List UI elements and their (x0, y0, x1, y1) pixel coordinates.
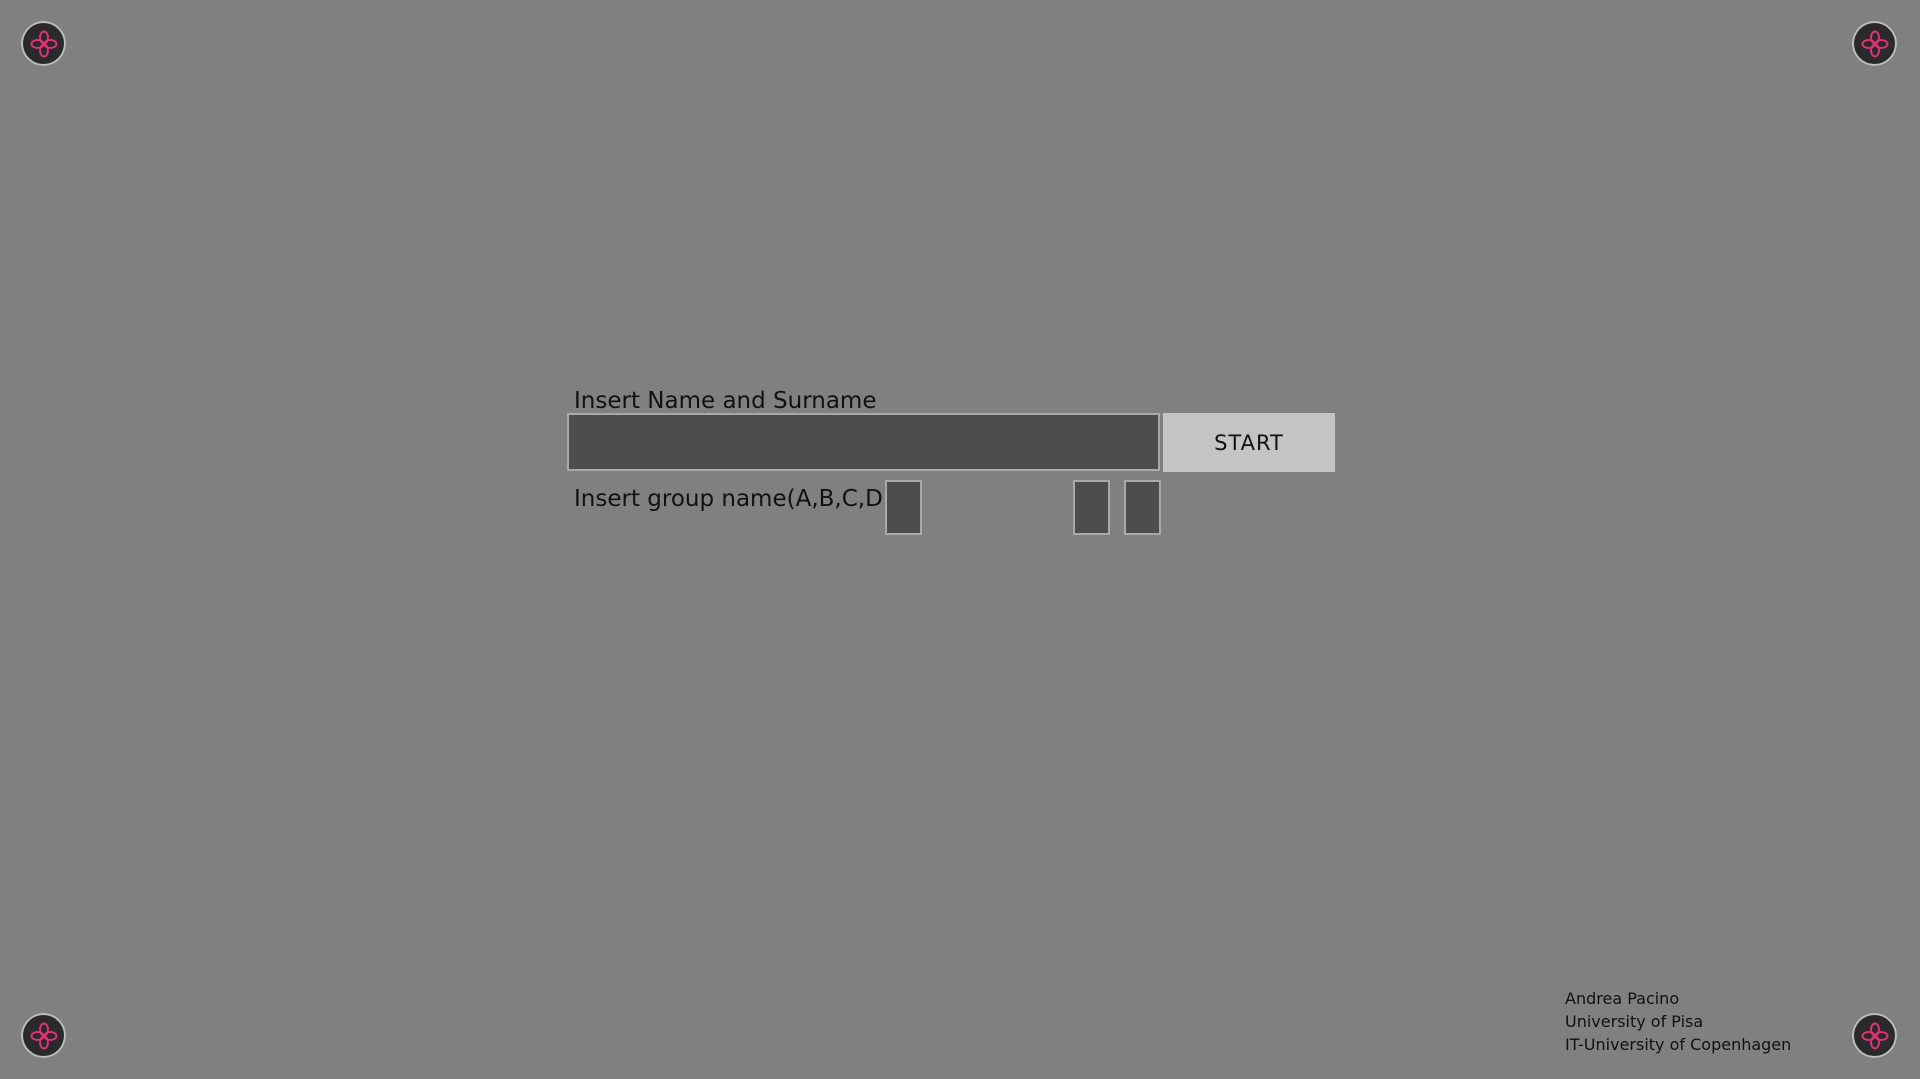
quatrefoil-icon (1861, 1022, 1888, 1049)
quatrefoil-icon (30, 1022, 57, 1049)
quatrefoil-icon (1861, 30, 1888, 57)
name-label: Insert Name and Surname (574, 388, 877, 414)
credits: Andrea Pacino University of Pisa IT-Univ… (1565, 987, 1791, 1056)
corner-marker-bottom-left (21, 1013, 66, 1058)
name-input[interactable] (567, 413, 1160, 471)
group-label: Insert group name(A,B,C,D) (574, 486, 892, 512)
group-input-1[interactable] (885, 480, 922, 535)
corner-marker-top-left (21, 21, 66, 66)
group-input-2[interactable] (1073, 480, 1110, 535)
credit-university-1: University of Pisa (1565, 1012, 1704, 1031)
corner-marker-top-right (1852, 21, 1897, 66)
quatrefoil-icon (30, 30, 57, 57)
corner-marker-bottom-right (1852, 1013, 1897, 1058)
app-screen: Insert Name and Surname START Insert gro… (0, 0, 1920, 1079)
login-form: Insert Name and Surname START Insert gro… (567, 388, 1337, 538)
start-button[interactable]: START (1163, 413, 1335, 472)
credit-university-2: IT-University of Copenhagen (1565, 1035, 1792, 1054)
group-input-3[interactable] (1124, 480, 1161, 535)
credit-author: Andrea Pacino (1565, 989, 1680, 1008)
